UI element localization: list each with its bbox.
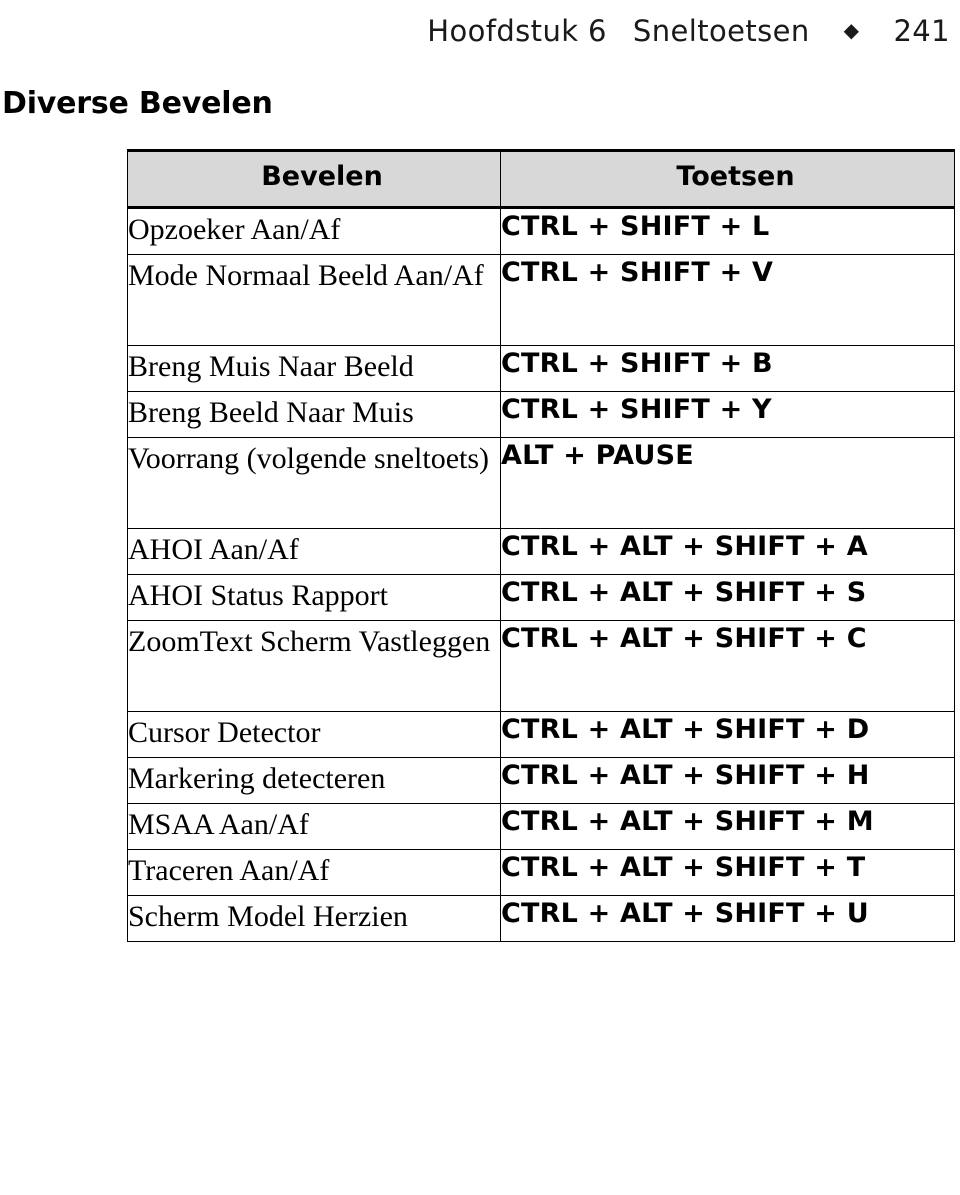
command-cell: Breng Beeld Naar Muis [127,391,501,438]
command-cell: ZoomText Scherm Vastleggen [127,620,501,712]
table-row: AHOI Status Rapport CTRL + ALT + SHIFT +… [127,574,955,621]
diamond-icon: ◆ [843,18,860,42]
keys-cell: CTRL + ALT + SHIFT + A [500,528,955,575]
keys-cell: CTRL + SHIFT + Y [500,391,955,438]
keys-cell: CTRL + ALT + SHIFT + S [500,574,955,621]
keys-cell: CTRL + ALT + SHIFT + U [500,895,955,942]
keys-cell: CTRL + SHIFT + V [500,254,955,346]
keys-cell: CTRL + SHIFT + L [500,207,955,255]
header-section-title: Sneltoetsen [632,14,810,48]
table-row: ZoomText Scherm Vastleggen CTRL + ALT + … [127,620,955,712]
header-chapter-label: Hoofdstuk 6 [427,14,607,48]
table-row: Breng Muis Naar Beeld CTRL + SHIFT + B [127,345,955,392]
column-header-keys-label: Toetsen [676,161,795,192]
page-title: Diverse Bevelen [2,86,273,121]
command-cell: AHOI Aan/Af [127,528,501,575]
page-number: 241 [893,14,950,48]
keys-cell: ALT + PAUSE [500,437,955,529]
column-header-commands-label: Bevelen [261,161,383,192]
table-row: Scherm Model Herzien CTRL + ALT + SHIFT … [127,895,955,942]
table-row: Opzoeker Aan/Af CTRL + SHIFT + L [127,207,955,255]
table-row: Traceren Aan/Af CTRL + ALT + SHIFT + T [127,849,955,896]
command-cell: Traceren Aan/Af [127,849,501,896]
keys-cell: CTRL + ALT + SHIFT + D [500,711,955,758]
table-body: Opzoeker Aan/Af CTRL + SHIFT + L Mode No… [127,207,955,942]
keys-cell: CTRL + ALT + SHIFT + T [500,849,955,896]
keys-cell: CTRL + ALT + SHIFT + M [500,803,955,850]
keys-cell: CTRL + ALT + SHIFT + H [500,757,955,804]
table-row: Markering detecteren CTRL + ALT + SHIFT … [127,757,955,804]
table-row: Mode Normaal Beeld Aan/Af CTRL + SHIFT +… [127,254,955,346]
running-header-inner: Hoofdstuk 6 Sneltoetsen ◆ 241 [427,14,950,48]
column-header-commands: Bevelen [127,149,501,209]
table-header-row: Bevelen Toetsen [127,149,955,209]
command-cell: AHOI Status Rapport [127,574,501,621]
command-cell: Opzoeker Aan/Af [127,207,501,255]
command-cell: MSAA Aan/Af [127,803,501,850]
shortcuts-table: Bevelen Toetsen Opzoeker Aan/Af CTRL + S… [127,149,955,942]
command-cell: Markering detecteren [127,757,501,804]
command-cell: Voorrang (volgende sneltoets) [127,437,501,529]
command-cell: Cursor Detector [127,711,501,758]
table-row: Breng Beeld Naar Muis CTRL + SHIFT + Y [127,391,955,438]
table-row: MSAA Aan/Af CTRL + ALT + SHIFT + M [127,803,955,850]
keys-cell: CTRL + SHIFT + B [500,345,955,392]
table-row: Voorrang (volgende sneltoets) ALT + PAUS… [127,437,955,529]
command-cell: Scherm Model Herzien [127,895,501,942]
column-header-keys: Toetsen [500,149,955,209]
keys-cell: CTRL + ALT + SHIFT + C [500,620,955,712]
table-row: AHOI Aan/Af CTRL + ALT + SHIFT + A [127,528,955,575]
running-header: Hoofdstuk 6 Sneltoetsen ◆ 241 [0,0,960,62]
command-cell: Breng Muis Naar Beeld [127,345,501,392]
command-cell: Mode Normaal Beeld Aan/Af [127,254,501,346]
table-header: Bevelen Toetsen [127,149,955,209]
table-row: Cursor Detector CTRL + ALT + SHIFT + D [127,711,955,758]
